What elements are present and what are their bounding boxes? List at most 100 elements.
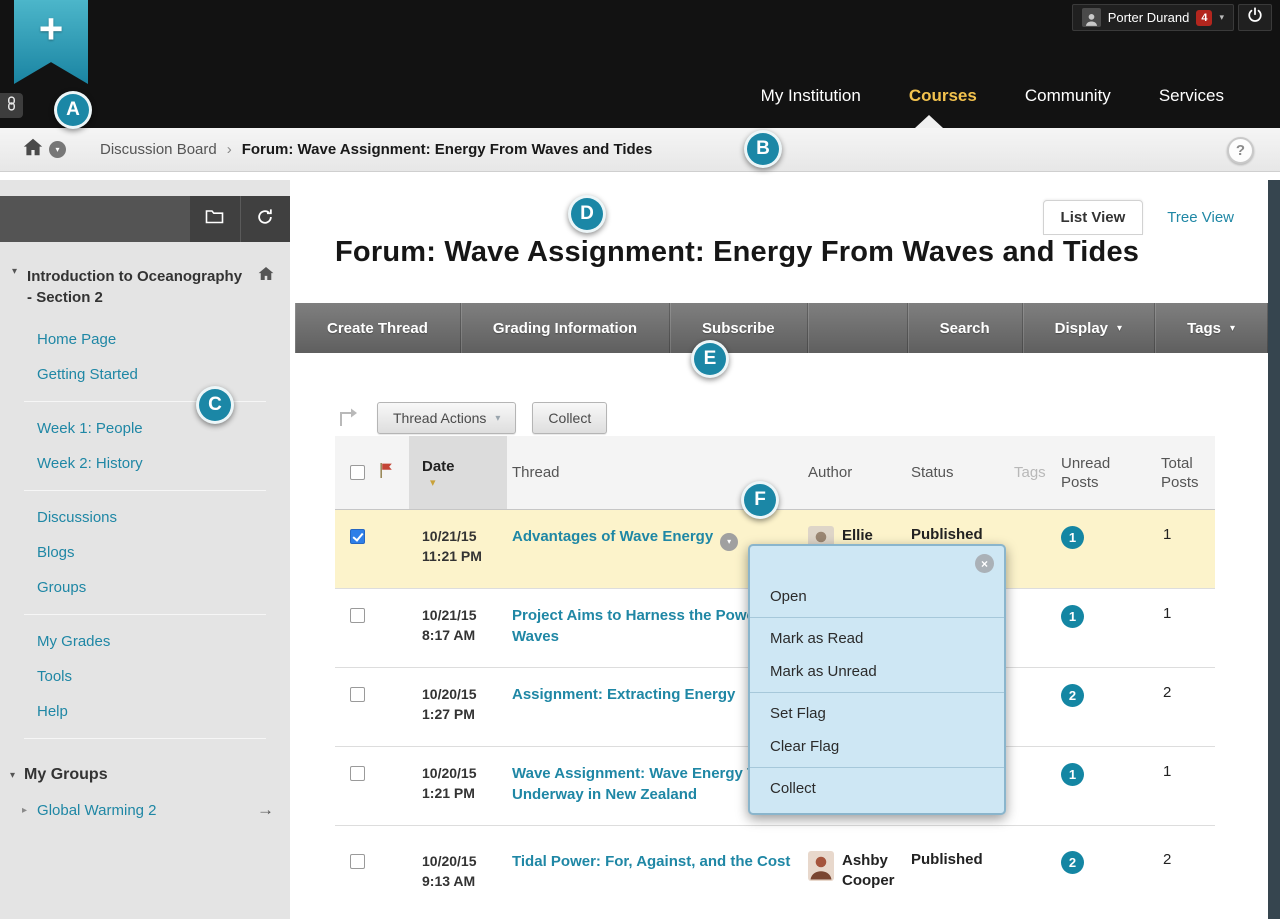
- quick-links-button[interactable]: [0, 93, 23, 118]
- thread-actions-button[interactable]: Thread Actions ▾: [377, 402, 516, 434]
- course-home-icon[interactable]: [258, 266, 274, 286]
- caret-down-icon: ▾: [1219, 12, 1224, 23]
- close-icon: ×: [981, 557, 988, 571]
- annotation-badge-a: A: [54, 91, 92, 129]
- thread-menu-button[interactable]: ▾: [720, 533, 738, 551]
- row-checkbox[interactable]: [350, 529, 365, 544]
- subscribe-button[interactable]: Subscribe: [670, 303, 808, 353]
- caret-down-icon: ▾: [1117, 323, 1122, 334]
- unread-count-badge[interactable]: 1: [1061, 526, 1084, 549]
- display-menu-button[interactable]: Display ▾: [1023, 303, 1155, 353]
- course-menu: ▾ Introduction to Oceanography - Section…: [0, 180, 290, 919]
- search-label: Search: [940, 320, 990, 337]
- column-header-date[interactable]: Date ▾: [409, 436, 507, 509]
- annotation-badge-d: D: [568, 195, 606, 233]
- collapse-caret-icon[interactable]: ▾: [10, 770, 15, 781]
- date-header-label: Date: [422, 458, 507, 475]
- thread-total-posts: 1: [1137, 526, 1215, 543]
- annotation-badge-f: F: [741, 481, 779, 519]
- divider: [24, 614, 266, 615]
- tags-menu-button[interactable]: Tags ▾: [1155, 303, 1268, 353]
- menu-item-open[interactable]: Open: [750, 580, 1004, 613]
- row-checkbox[interactable]: [350, 687, 365, 702]
- expand-caret-icon[interactable]: ▸: [22, 805, 27, 816]
- sidebar-item-week1-people[interactable]: Week 1: People: [0, 411, 290, 446]
- refresh-button[interactable]: [240, 196, 291, 242]
- thread-link[interactable]: Project Aims to Harness the Power of Wav…: [512, 607, 779, 645]
- create-thread-button[interactable]: Create Thread: [295, 303, 461, 353]
- row-checkbox[interactable]: [350, 766, 365, 781]
- sidebar-item-blogs[interactable]: Blogs: [0, 535, 290, 570]
- course-menu-toolbar: [0, 196, 290, 242]
- column-header-total-posts: Total Posts: [1137, 454, 1215, 492]
- sidebar-item-help[interactable]: Help: [0, 694, 290, 729]
- collect-label: Collect: [548, 410, 591, 426]
- sidebar-item-getting-started[interactable]: Getting Started: [0, 357, 290, 392]
- close-button[interactable]: ×: [975, 554, 994, 573]
- chain-link-icon: [6, 96, 17, 116]
- tab-courses[interactable]: Courses: [909, 86, 977, 106]
- action-bar-spacer: [808, 303, 908, 353]
- column-header-unread-posts: Unread Posts: [1047, 454, 1137, 492]
- collapse-caret-icon[interactable]: ▾: [12, 266, 17, 277]
- sidebar-item-my-grades[interactable]: My Grades: [0, 624, 290, 659]
- row-checkbox[interactable]: [350, 854, 365, 869]
- list-view-tab[interactable]: List View: [1043, 200, 1144, 235]
- home-button[interactable]: [20, 137, 46, 163]
- sidebar-item-home-page[interactable]: Home Page: [0, 322, 290, 357]
- breadcrumb-separator-icon: ›: [227, 141, 232, 158]
- sidebar-item-groups[interactable]: Groups: [0, 570, 290, 605]
- select-all-checkbox[interactable]: [350, 465, 365, 480]
- menu-item-collect[interactable]: Collect: [750, 772, 1004, 805]
- flag-icon[interactable]: [379, 466, 394, 483]
- unread-count-badge[interactable]: 1: [1061, 763, 1084, 786]
- thread-unread-cell: 1: [1047, 526, 1137, 549]
- course-menu-toolbar-fill: [0, 196, 190, 242]
- unread-count-badge[interactable]: 2: [1061, 851, 1084, 874]
- annotation-badge-e: E: [691, 340, 729, 378]
- thread-total-posts: 2: [1137, 851, 1215, 868]
- thread-toolbar: Thread Actions ▾ Collect: [335, 402, 607, 434]
- grading-information-label: Grading Information: [493, 320, 637, 337]
- thread-date: 10/21/1511:21 PM: [409, 526, 507, 566]
- sidebar-item-discussions[interactable]: Discussions: [0, 500, 290, 535]
- refresh-icon: [256, 208, 274, 231]
- row-checkbox[interactable]: [350, 608, 365, 623]
- thread-link[interactable]: Wave Assignment: Wave Energy Trials Unde…: [512, 765, 786, 803]
- unread-count-badge[interactable]: 1: [1061, 605, 1084, 628]
- thread-author: Ashby Cooper: [802, 851, 897, 891]
- thread-unread-cell: 1: [1047, 605, 1137, 628]
- collect-button[interactable]: Collect: [532, 402, 607, 434]
- tree-view-tab[interactable]: Tree View: [1167, 209, 1234, 226]
- menu-item-set-flag[interactable]: Set Flag: [750, 697, 1004, 730]
- tab-community[interactable]: Community: [1025, 86, 1111, 106]
- thread-link[interactable]: Assignment: Extracting Energy: [512, 686, 735, 703]
- sidebar-item-week2-history[interactable]: Week 2: History: [0, 446, 290, 481]
- my-groups-label: My Groups: [24, 766, 108, 784]
- breadcrumb-current-page: Forum: Wave Assignment: Energy From Wave…: [242, 141, 653, 158]
- help-button[interactable]: ?: [1227, 137, 1254, 164]
- breadcrumb-expand-button[interactable]: ▾: [49, 141, 66, 158]
- action-bar: Create Thread Grading Information Subscr…: [295, 303, 1268, 353]
- sidebar-item-tools[interactable]: Tools: [0, 659, 290, 694]
- menu-item-mark-as-read[interactable]: Mark as Read: [750, 622, 1004, 655]
- logout-button[interactable]: [1238, 4, 1272, 31]
- divider: [24, 738, 266, 739]
- menu-item-clear-flag[interactable]: Clear Flag: [750, 730, 1004, 763]
- search-button[interactable]: Search: [908, 303, 1023, 353]
- user-menu[interactable]: Porter Durand 4 ▾: [1072, 4, 1234, 31]
- thread-date: 10/20/151:27 PM: [409, 684, 507, 724]
- column-header-status: Status: [897, 464, 992, 481]
- thread-link[interactable]: Tidal Power: For, Against, and the Cost: [512, 853, 790, 870]
- grading-information-button[interactable]: Grading Information: [461, 303, 670, 353]
- tab-services[interactable]: Services: [1159, 86, 1224, 106]
- folder-view-button[interactable]: [190, 196, 240, 242]
- sidebar-item-global-warming-2[interactable]: Global Warming 2: [37, 802, 257, 819]
- add-module-button[interactable]: +: [14, 0, 88, 84]
- breadcrumb-discussion-board[interactable]: Discussion Board: [100, 141, 217, 158]
- unread-count-badge[interactable]: 2: [1061, 684, 1084, 707]
- divider: [750, 767, 1004, 768]
- thread-link[interactable]: Advantages of Wave Energy: [512, 528, 713, 545]
- menu-item-mark-as-unread[interactable]: Mark as Unread: [750, 655, 1004, 688]
- tab-my-institution[interactable]: My Institution: [761, 86, 861, 106]
